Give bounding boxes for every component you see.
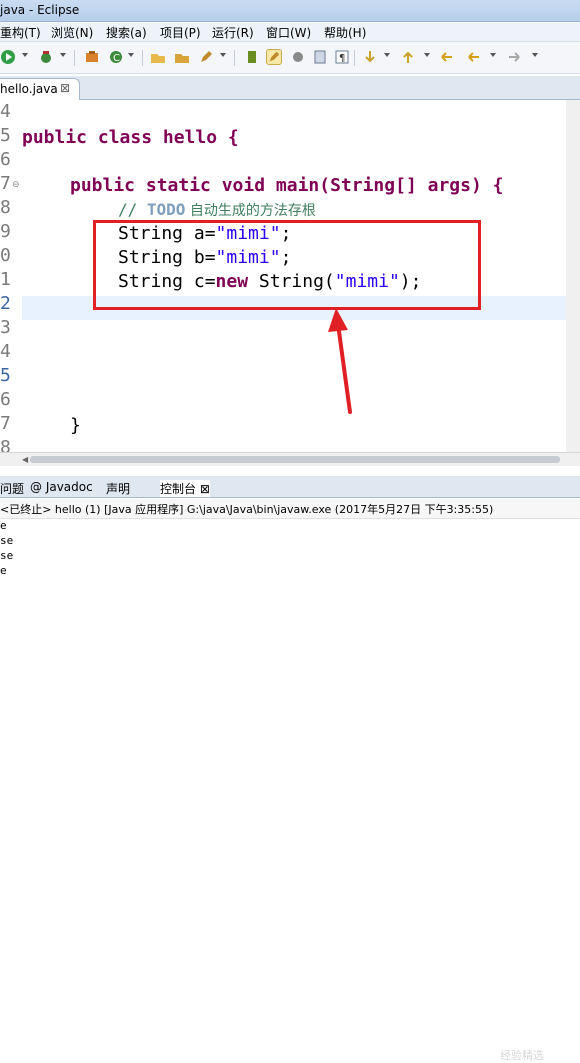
window-title: java - Eclipse <box>0 3 80 17</box>
pencil-icon[interactable] <box>198 49 214 65</box>
line-number: 6 <box>0 149 11 170</box>
tab-declaration[interactable]: 声明 <box>106 480 130 497</box>
svg-text:¶: ¶ <box>339 53 345 64</box>
menu-help[interactable]: 帮助(H) <box>324 24 366 41</box>
line-number: 8 <box>0 197 11 218</box>
comment: 自动生成的方法存根 <box>185 203 316 219</box>
line-number: 3 <box>0 317 11 338</box>
output-line: se <box>0 549 14 562</box>
nav-forward-icon[interactable] <box>506 49 522 65</box>
run-dropdown-icon[interactable] <box>22 53 28 57</box>
pilcrow-icon[interactable]: ¶ <box>334 49 350 65</box>
menu-refactor[interactable]: 重构(T) <box>0 24 41 41</box>
new-icon[interactable] <box>84 49 100 65</box>
keyword: public static void main(String[] args) { <box>70 175 504 196</box>
console-status: <已终止> hello (1) [Java 应用程序] G:\java\Java… <box>0 503 494 516</box>
output-line: e <box>0 564 7 577</box>
code-line: public class hello { <box>22 126 239 150</box>
annotation-next-icon[interactable] <box>362 49 378 65</box>
code-line: } <box>70 414 81 438</box>
tab-problems[interactable]: 问题 <box>0 480 24 497</box>
debug-icon[interactable] <box>38 49 54 65</box>
annotation-prev-dropdown-icon[interactable] <box>424 53 430 57</box>
block-icon[interactable] <box>312 49 328 65</box>
toolbar-separator <box>354 50 355 66</box>
svg-text:C: C <box>113 53 120 64</box>
todo-tag: TODO <box>146 200 186 219</box>
run-icon[interactable] <box>0 49 16 65</box>
menu-bar: 重构(T) 浏览(N) 搜索(a) 项目(P) 运行(R) 窗口(W) 帮助(H… <box>0 22 580 42</box>
toolbar-separator <box>142 50 143 66</box>
line-number: 9 <box>0 221 11 242</box>
menu-run[interactable]: 运行(R) <box>212 24 254 41</box>
code-line: public static void main(String[] args) { <box>70 174 503 198</box>
annotation-next-dropdown-icon[interactable] <box>384 53 390 57</box>
menu-search[interactable]: 搜索(a) <box>106 24 147 41</box>
nav-forward-dropdown-icon[interactable] <box>532 53 538 57</box>
nav-back-dropdown-icon[interactable] <box>490 53 496 57</box>
scroll-thumb[interactable] <box>30 456 560 463</box>
closing-brace: } <box>70 415 81 436</box>
tab-label: hello.java <box>0 82 58 96</box>
line-number: 7 <box>0 413 11 434</box>
fold-icon[interactable]: ⊖ <box>12 180 20 190</box>
toolbar-separator <box>234 50 235 66</box>
horizontal-scrollbar[interactable]: ◀ <box>0 452 580 466</box>
toolbar-separator <box>74 50 75 66</box>
comment: // <box>118 200 147 219</box>
line-number: 5 <box>0 365 11 386</box>
pencil-dropdown-icon[interactable] <box>220 53 226 57</box>
last-edit-icon[interactable] <box>440 49 456 65</box>
new-class-icon[interactable]: C <box>108 49 124 65</box>
menu-navigate[interactable]: 浏览(N) <box>51 24 93 41</box>
new-dropdown-icon[interactable] <box>128 53 134 57</box>
folder-icon[interactable] <box>174 49 190 65</box>
line-number: 6 <box>0 389 11 410</box>
output-line: se <box>0 534 14 547</box>
line-number: 1 <box>0 269 11 290</box>
line-number: 5 <box>0 125 11 146</box>
menu-window[interactable]: 窗口(W) <box>266 24 311 41</box>
line-number: 8 <box>0 437 11 452</box>
tab-hello-java[interactable]: hello.java ⊠ <box>0 78 80 100</box>
close-icon[interactable]: ⊠ <box>60 81 70 95</box>
toggle-icon[interactable] <box>266 49 282 65</box>
line-number: 4 <box>0 341 11 362</box>
occurrence-icon[interactable] <box>290 49 306 65</box>
output-line: e <box>0 519 7 532</box>
line-number: 0 <box>0 245 11 266</box>
highlight-box <box>93 220 481 310</box>
nav-back-icon[interactable] <box>466 49 482 65</box>
line-number: 4 <box>0 101 11 122</box>
title-bar: java - Eclipse <box>0 0 580 22</box>
toolbar: C ¶ <box>0 42 580 74</box>
open-icon[interactable] <box>150 49 166 65</box>
mark-icon[interactable] <box>244 49 260 65</box>
tab-console[interactable]: 控制台 ⊠ <box>160 480 210 497</box>
tab-javadoc[interactable]: @ Javadoc <box>30 480 93 494</box>
watermark: 经验精选 <box>500 1049 544 1062</box>
debug-dropdown-icon[interactable] <box>60 53 66 57</box>
keyword: public class hello { <box>22 127 239 148</box>
line-number: 2 <box>0 293 11 314</box>
console-header: <已终止> hello (1) [Java 应用程序] G:\java\Java… <box>0 499 580 519</box>
scroll-left-icon[interactable]: ◀ <box>22 455 28 464</box>
view-tab-bar: 问题 @ Javadoc 声明 控制台 ⊠ <box>0 476 580 498</box>
editor-tab-bar: hello.java ⊠ <box>0 76 580 100</box>
annotation-prev-icon[interactable] <box>400 49 416 65</box>
menu-project[interactable]: 项目(P) <box>160 24 201 41</box>
console-output[interactable]: e se se e 经验精选 <box>0 519 580 1062</box>
vertical-scrollbar[interactable] <box>566 100 580 452</box>
